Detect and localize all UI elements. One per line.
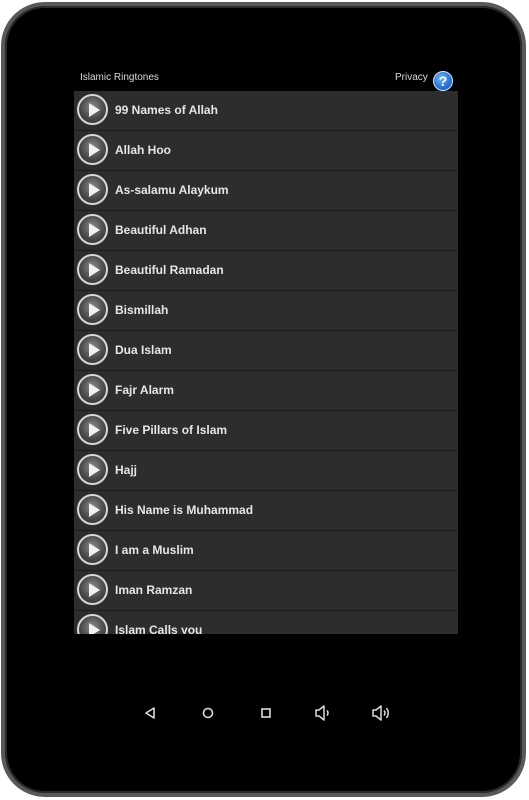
play-icon[interactable] xyxy=(77,454,108,485)
recents-icon[interactable] xyxy=(251,695,281,725)
volume-up-icon[interactable] xyxy=(366,695,396,725)
ringtone-label: Iman Ramzan xyxy=(115,583,193,597)
home-icon[interactable] xyxy=(193,695,223,725)
play-icon[interactable] xyxy=(77,374,108,405)
back-icon[interactable] xyxy=(136,695,166,725)
play-icon[interactable] xyxy=(77,174,108,205)
list-item[interactable]: As-salamu Alaykum xyxy=(74,171,458,211)
ringtone-label: Bismillah xyxy=(115,303,169,317)
ringtone-label: I am a Muslim xyxy=(115,543,194,557)
play-icon[interactable] xyxy=(77,534,108,565)
list-item[interactable]: Bismillah xyxy=(74,291,458,331)
system-nav-bar xyxy=(0,695,529,733)
ringtone-label: Beautiful Ramadan xyxy=(115,263,224,277)
ringtone-label: Beautiful Adhan xyxy=(115,223,207,237)
list-item[interactable]: I am a Muslim xyxy=(74,531,458,571)
play-icon[interactable] xyxy=(77,614,108,634)
play-icon[interactable] xyxy=(77,414,108,445)
ringtone-list[interactable]: 99 Names of Allah Allah Hoo As-salamu Al… xyxy=(74,91,458,634)
ringtone-label: As-salamu Alaykum xyxy=(115,183,229,197)
play-icon[interactable] xyxy=(77,574,108,605)
ringtone-label: Hajj xyxy=(115,463,138,477)
ringtone-label: 99 Names of Allah xyxy=(115,103,218,117)
play-icon[interactable] xyxy=(77,494,108,525)
ringtone-label: His Name is Muhammad xyxy=(115,503,254,517)
app-title: Islamic Ringtones xyxy=(80,72,159,83)
list-item[interactable]: 99 Names of Allah xyxy=(74,91,458,131)
list-item[interactable]: Five Pillars of Islam xyxy=(74,411,458,451)
app-screen: Islamic Ringtones Privacy ? 99 Names of … xyxy=(72,66,458,634)
play-icon[interactable] xyxy=(77,214,108,245)
list-item[interactable]: Iman Ramzan xyxy=(74,571,458,611)
play-icon[interactable] xyxy=(77,134,108,165)
list-item[interactable]: Fajr Alarm xyxy=(74,371,458,411)
play-icon[interactable] xyxy=(77,334,108,365)
list-item[interactable]: Hajj xyxy=(74,451,458,491)
list-item[interactable]: Islam Calls you xyxy=(74,611,458,634)
ringtone-label: Fajr Alarm xyxy=(115,383,174,397)
play-icon[interactable] xyxy=(77,94,108,125)
privacy-link[interactable]: Privacy xyxy=(395,72,428,83)
play-icon[interactable] xyxy=(77,294,108,325)
list-item[interactable]: Allah Hoo xyxy=(74,131,458,171)
list-item[interactable]: Dua Islam xyxy=(74,331,458,371)
list-item[interactable]: His Name is Muhammad xyxy=(74,491,458,531)
ringtone-label: Islam Calls you xyxy=(115,623,203,634)
app-bar: Islamic Ringtones Privacy ? xyxy=(72,66,458,91)
volume-down-icon[interactable] xyxy=(308,695,338,725)
help-icon[interactable]: ? xyxy=(433,71,453,91)
ringtone-label: Dua Islam xyxy=(115,343,172,357)
ringtone-label: Allah Hoo xyxy=(115,143,171,157)
list-item[interactable]: Beautiful Adhan xyxy=(74,211,458,251)
list-item[interactable]: Beautiful Ramadan xyxy=(74,251,458,291)
play-icon[interactable] xyxy=(77,254,108,285)
ringtone-label: Five Pillars of Islam xyxy=(115,423,228,437)
